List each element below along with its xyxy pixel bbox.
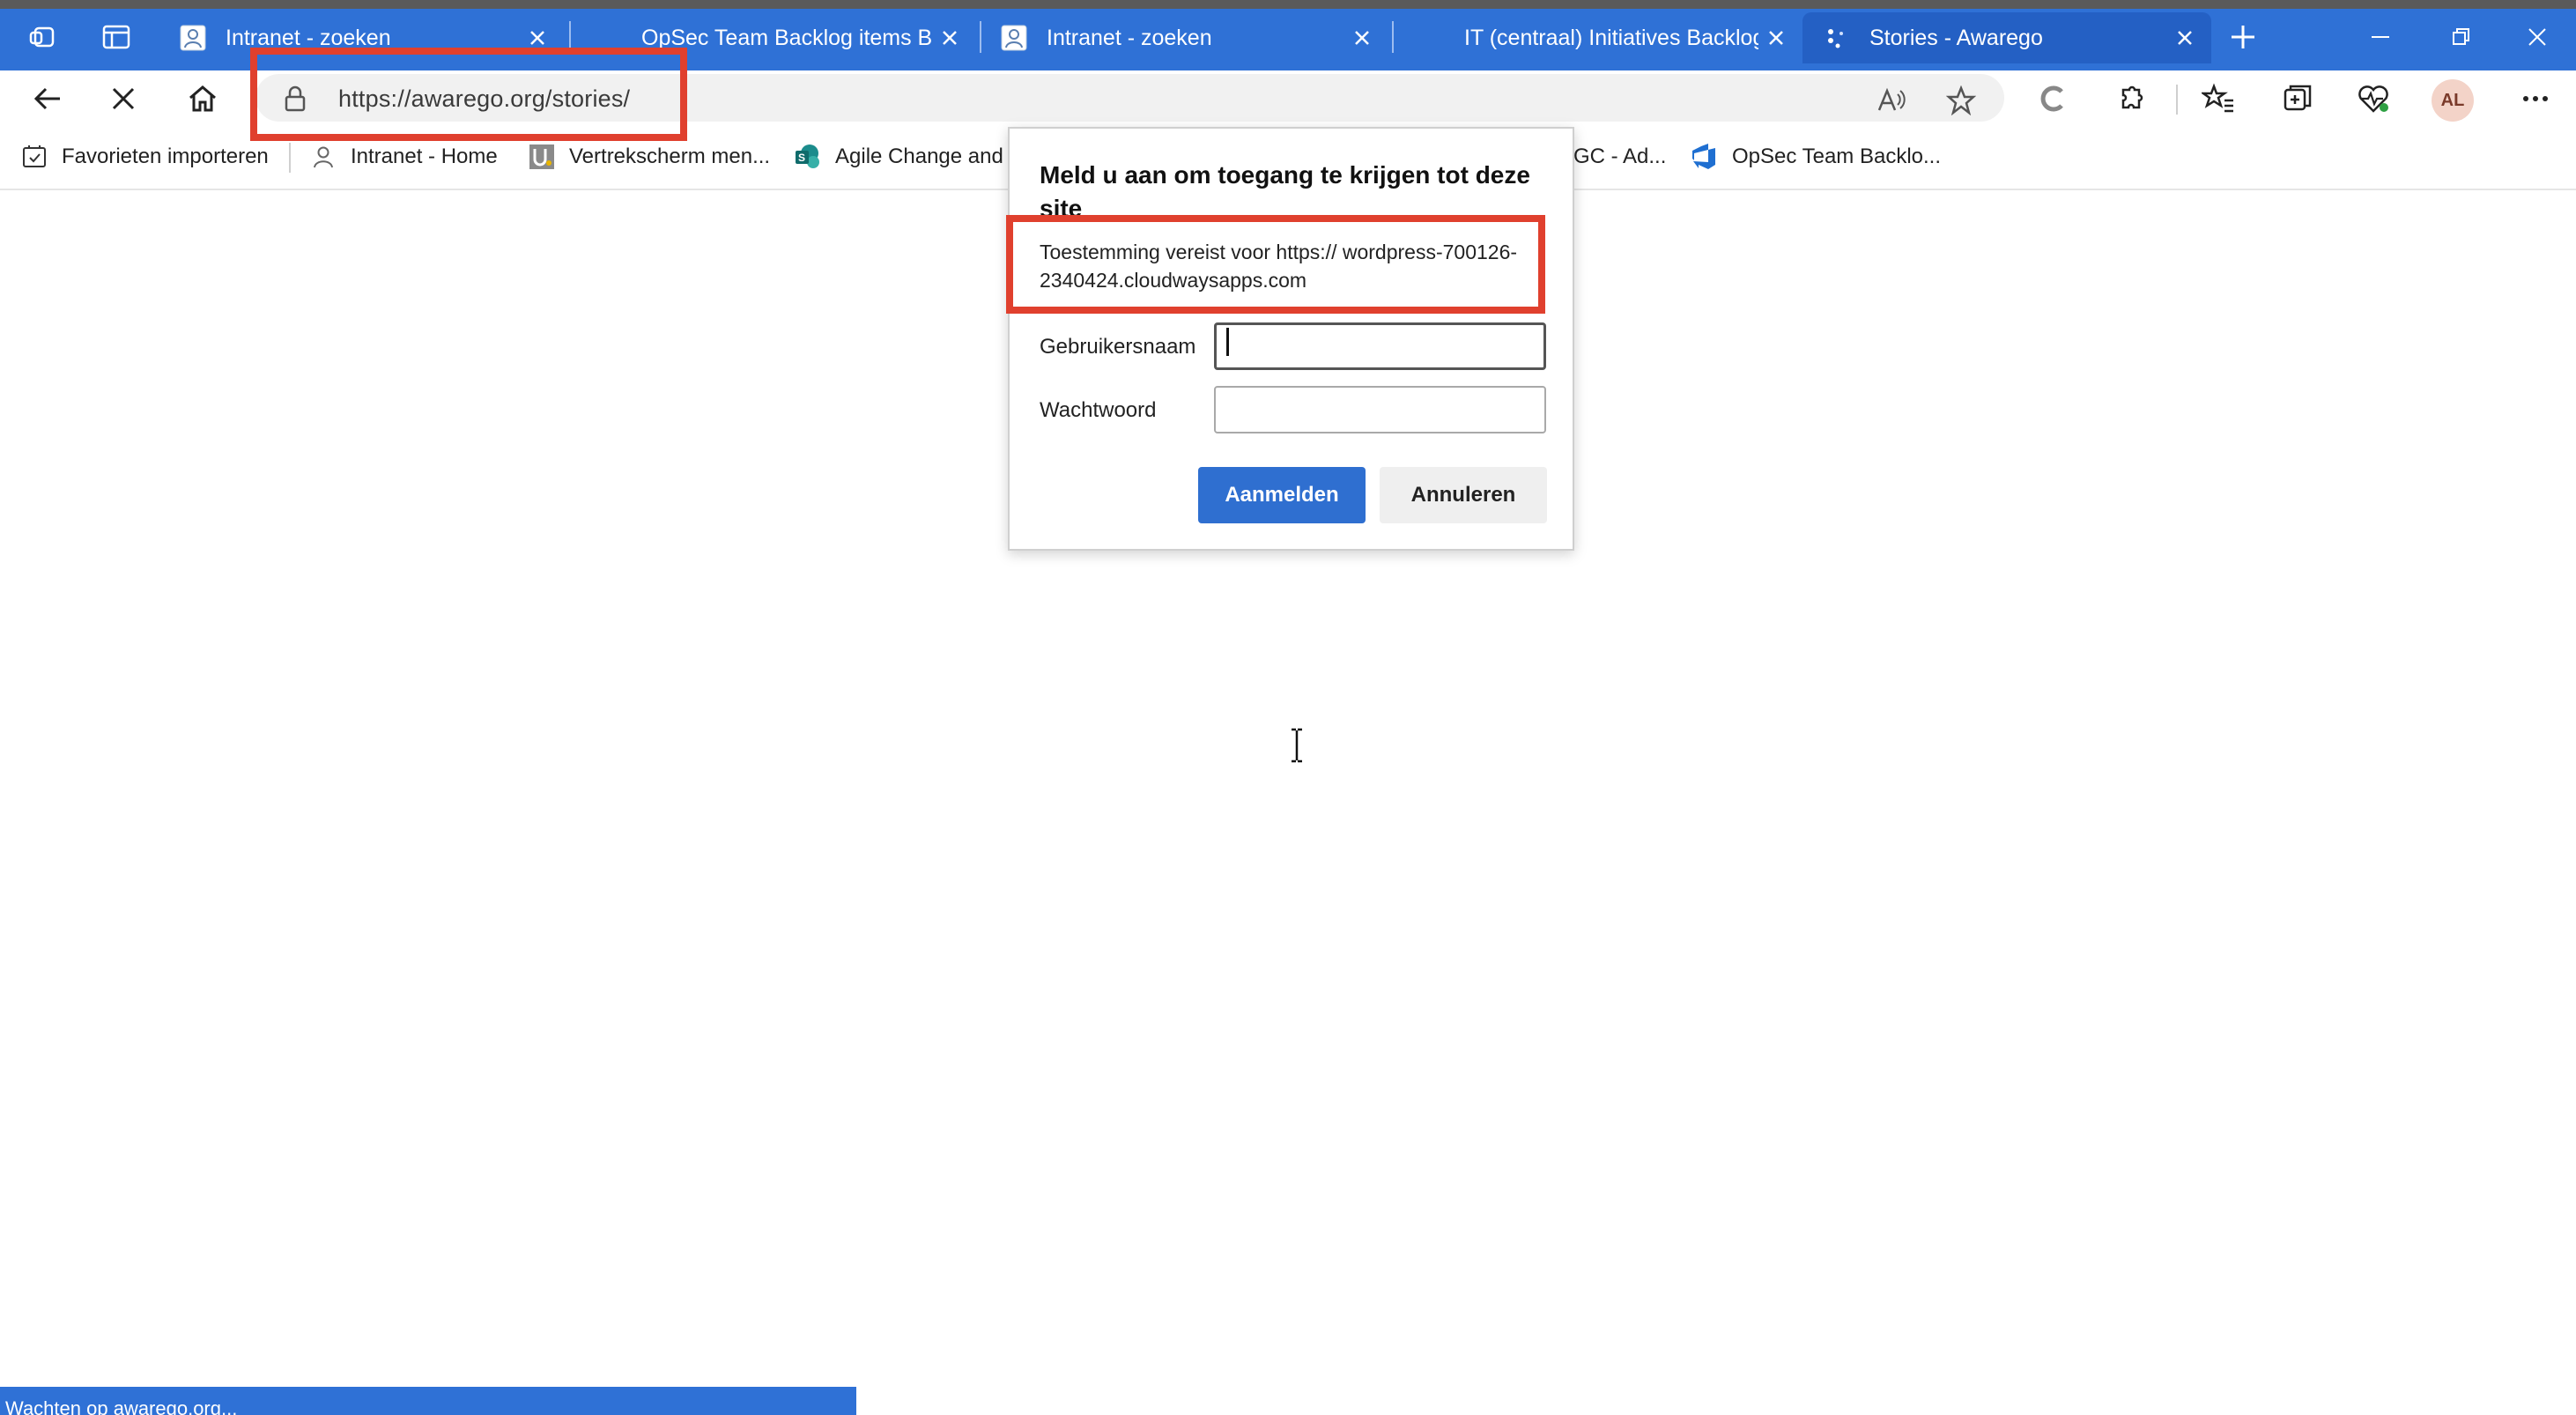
tab-title: Stories - Awarego [1869, 25, 2043, 50]
password-label: Wachtwoord [1040, 398, 1157, 422]
close-icon[interactable] [1344, 20, 1380, 56]
favorites-icon[interactable] [2192, 72, 2245, 125]
tab-title: IT (centraal) Initiatives Backlog [1464, 25, 1758, 50]
text-cursor-icon [1288, 728, 1306, 763]
password-input[interactable] [1214, 386, 1546, 433]
minimize-icon[interactable] [2340, 12, 2421, 62]
new-tab-icon[interactable] [2218, 16, 2268, 58]
azure-devops-icon [1690, 142, 1720, 172]
tab-stories-awarego[interactable]: Stories - Awarego [1802, 12, 2211, 63]
person-icon [178, 23, 208, 53]
person-icon [999, 23, 1029, 53]
bookmark-opsec-backlog[interactable]: OpSec Team Backlo... [1690, 141, 1941, 173]
username-input[interactable] [1214, 322, 1546, 370]
stop-loading-icon[interactable] [97, 72, 150, 125]
close-icon[interactable] [2167, 20, 2202, 56]
text-caret [1226, 328, 1229, 356]
back-icon[interactable] [21, 72, 74, 125]
tab-it-initiatives-backlog[interactable]: IT (centraal) Initiatives Backlog [1397, 12, 1802, 63]
close-icon[interactable] [1758, 20, 1794, 56]
bookmark-label: OpSec Team Backlo... [1732, 144, 1941, 168]
home-icon[interactable] [176, 72, 229, 125]
highlight-box-message [1006, 215, 1545, 314]
import-icon [19, 142, 49, 172]
u-logo-icon [527, 142, 557, 172]
window-top-border [0, 0, 2576, 9]
tab-title: Intranet - zoeken [1047, 25, 1212, 50]
workspaces-icon[interactable] [19, 16, 69, 58]
read-aloud-icon[interactable] [1864, 74, 1917, 127]
bookmark-vertrekscherm[interactable]: Vertrekscherm men... [527, 141, 770, 173]
sharepoint-icon: S [793, 142, 823, 172]
window-close-icon[interactable] [2502, 12, 2572, 62]
bookmark-label: Intranet - Home [351, 144, 498, 168]
tab-actions-icon[interactable] [92, 16, 141, 58]
tab-separator [1392, 21, 1394, 53]
close-icon[interactable] [932, 20, 967, 56]
tab-intranet-zoeken-2[interactable]: Intranet - zoeken [980, 12, 1388, 63]
status-bar: Wachten op awarego.org... [0, 1387, 856, 1415]
bookmark-separator [289, 143, 291, 173]
bookmark-intranet-home[interactable]: Intranet - Home [308, 141, 498, 173]
bookmark-label: Vertrekscherm men... [569, 144, 771, 168]
bookmark-label: Favorieten importeren [62, 144, 269, 168]
favorite-star-icon[interactable] [1935, 74, 1988, 127]
extensions-icon[interactable] [2106, 72, 2158, 125]
svg-text:S: S [798, 152, 805, 164]
bookmark-import-favorites[interactable]: Favorieten importeren [19, 141, 269, 173]
bookmark-gc-ad[interactable]: GC - Ad... [1573, 141, 1666, 173]
toolbar-divider [2176, 85, 2178, 115]
cancel-button[interactable]: Annuleren [1380, 467, 1547, 523]
username-label: Gebruikersnaam [1040, 335, 1196, 359]
more-menu-icon[interactable] [2509, 72, 2562, 125]
loading-spinner-icon [1822, 23, 1852, 53]
bookmark-label: GC - Ad... [1573, 144, 1667, 168]
profile-avatar[interactable]: AL [2432, 79, 2474, 122]
sign-in-dialog: Meld u aan om toegang te krijgen tot dez… [1008, 127, 1574, 551]
restore-icon[interactable] [2421, 12, 2502, 62]
highlight-box-url [250, 48, 687, 141]
bookmark-agile-change[interactable]: S Agile Change and [793, 141, 1003, 173]
sign-in-button[interactable]: Aanmelden [1198, 467, 1366, 523]
bookmark-label: Agile Change and [835, 144, 1003, 168]
browser-essentials-icon[interactable] [2347, 72, 2400, 125]
collections-icon[interactable] [2271, 72, 2324, 125]
extension-c-icon[interactable] [2026, 72, 2079, 125]
person-icon [308, 142, 338, 172]
